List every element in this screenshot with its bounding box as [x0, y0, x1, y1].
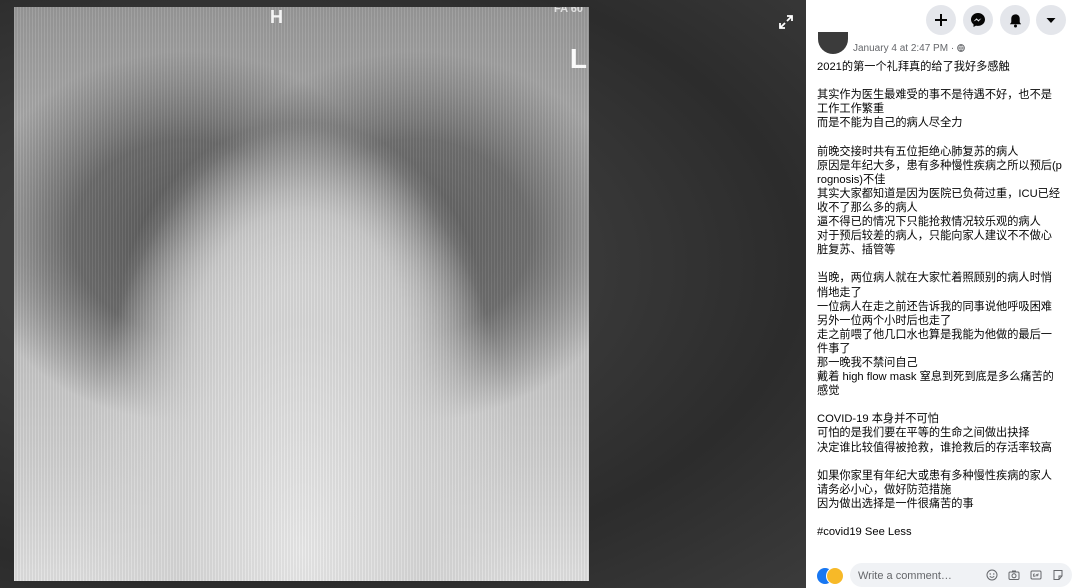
sticker-icon[interactable]: [1052, 569, 1064, 581]
post-timestamp[interactable]: January 4 at 2:47 PM ·: [853, 43, 957, 54]
expand-arrows-icon: [779, 15, 793, 29]
messenger-icon: [971, 13, 985, 27]
caret-down-icon: [1046, 18, 1056, 23]
create-button[interactable]: [926, 5, 956, 35]
comment-box[interactable]: [850, 563, 1072, 587]
comment-input[interactable]: [856, 567, 980, 585]
chest-xray-image: H FA 60 L: [14, 7, 589, 581]
camera-icon[interactable]: [1008, 569, 1020, 581]
expand-button[interactable]: [774, 10, 798, 34]
xray-marker-h: H: [270, 7, 283, 27]
messenger-button[interactable]: [963, 5, 993, 35]
emoji-icon[interactable]: [986, 569, 998, 581]
haha-reaction-icon: [826, 567, 844, 585]
author-avatar[interactable]: [818, 32, 848, 54]
comment-composer: [806, 560, 1080, 588]
photo-viewer: H FA 60 L: [0, 0, 806, 588]
globe-icon: [957, 44, 965, 52]
xray-marker-code: FA 60: [554, 7, 583, 15]
notifications-button[interactable]: [1000, 5, 1030, 35]
post-text: 2021的第一个礼拜真的给了我好多感触 其实作为医生最难受的事不是待遇不好，也不…: [817, 60, 1063, 539]
post-body-text: 2021的第一个礼拜真的给了我好多感触 其实作为医生最难受的事不是待遇不好，也不…: [817, 61, 1062, 539]
viewer-avatar[interactable]: [816, 563, 844, 585]
xray-marker-side: L: [569, 43, 587, 74]
plus-icon: [935, 14, 947, 26]
gif-icon[interactable]: [1030, 569, 1042, 581]
account-menu-button[interactable]: [1036, 5, 1066, 35]
see-less-link[interactable]: See Less: [865, 526, 912, 538]
post-side-panel: January 4 at 2:47 PM · 2021的第一个礼拜真的给了我好多…: [806, 0, 1080, 588]
bell-icon: [1009, 13, 1021, 27]
post-timestamp-row: January 4 at 2:47 PM ·: [853, 43, 965, 54]
